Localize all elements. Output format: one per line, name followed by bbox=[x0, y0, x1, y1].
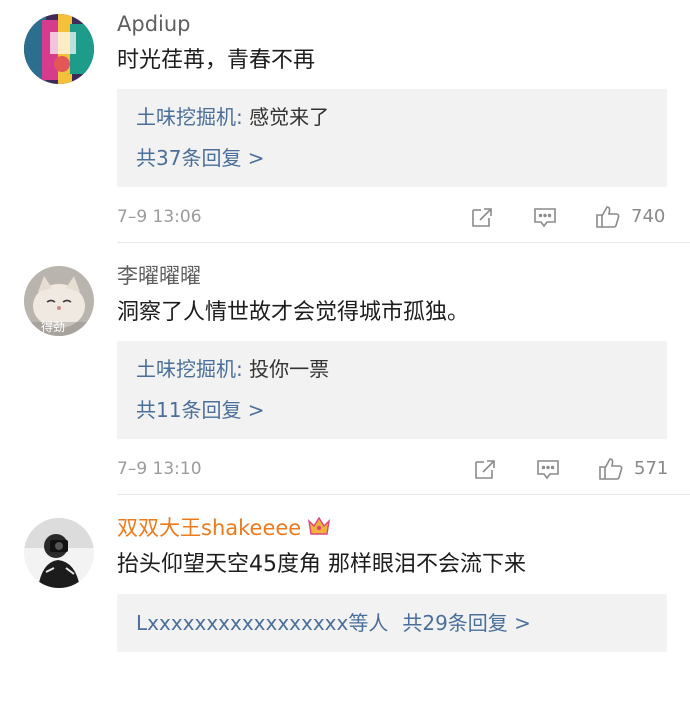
like-icon[interactable] bbox=[598, 457, 624, 481]
avatar-caption: 得劲 bbox=[41, 320, 66, 334]
divider bbox=[117, 494, 690, 495]
reply-count-link[interactable]: 共11条回复 > bbox=[136, 396, 265, 424]
reply-preview[interactable]: 土味挖掘机: 投你一票 共11条回复 > bbox=[117, 341, 667, 439]
like-count: 571 bbox=[634, 458, 669, 479]
username-text[interactable]: 双双大王shakeeee bbox=[117, 516, 301, 540]
reply-content: 感觉来了 bbox=[249, 105, 330, 129]
reply-users[interactable]: Lxxxxxxxxxxxxxxxxx等人 bbox=[136, 611, 388, 635]
reply-count-link[interactable]: 共29条回复 > bbox=[402, 611, 531, 635]
username[interactable]: Apdiup bbox=[117, 11, 191, 37]
username[interactable]: 李曜曜曜 bbox=[117, 263, 201, 289]
reply-line[interactable]: 土味挖掘机: 感觉来了 bbox=[136, 103, 329, 131]
reply-summary-line[interactable]: Lxxxxxxxxxxxxxxxxx等人 共29条回复 > bbox=[136, 609, 531, 637]
comment-icon[interactable] bbox=[535, 457, 561, 481]
avatar[interactable] bbox=[24, 518, 94, 588]
reply-author[interactable]: 土味挖掘机 bbox=[136, 105, 236, 129]
comment-item: 得劲 李曜曜曜 洞察了人情世故才会觉得城市孤独。 土味挖掘机: 投你一票 共11… bbox=[0, 252, 690, 495]
divider bbox=[117, 242, 690, 243]
timestamp: 7–9 13:06 bbox=[117, 207, 202, 227]
comment-text: 时光荏苒，青春不再 bbox=[117, 48, 316, 73]
comment-icon[interactable] bbox=[532, 205, 558, 229]
share-icon[interactable] bbox=[472, 457, 498, 481]
comment-item: Apdiup 时光荏苒，青春不再 土味挖掘机: 感觉来了 共37条回复 > 7–… bbox=[0, 0, 690, 243]
reply-separator: : bbox=[236, 105, 250, 129]
reply-count-link[interactable]: 共37条回复 > bbox=[136, 144, 265, 172]
comment-text: 抬头仰望天空45度角 那样眼泪不会流下来 bbox=[117, 552, 526, 577]
avatar[interactable] bbox=[24, 14, 94, 84]
reply-summary[interactable]: Lxxxxxxxxxxxxxxxxx等人 共29条回复 > bbox=[117, 594, 667, 652]
like-icon[interactable] bbox=[595, 205, 621, 229]
reply-author[interactable]: 土味挖掘机 bbox=[136, 357, 236, 381]
comment-text: 洞察了人情世故才会觉得城市孤独。 bbox=[117, 300, 470, 325]
like-count: 740 bbox=[631, 206, 666, 227]
share-icon[interactable] bbox=[469, 205, 495, 229]
avatar[interactable]: 得劲 bbox=[24, 266, 94, 336]
comment-meta: 7–9 13:06 740 bbox=[117, 205, 667, 229]
crown-icon bbox=[307, 515, 331, 543]
comment-meta: 7–9 13:10 571 bbox=[117, 457, 669, 481]
reply-content: 投你一票 bbox=[249, 357, 330, 381]
comment-item: 双双大王shakeeee 抬头仰望天空45度角 那样眼泪不会流下来 Lxxxxx… bbox=[0, 504, 690, 712]
reply-separator: : bbox=[236, 357, 250, 381]
username[interactable]: 双双大王shakeeee bbox=[117, 515, 331, 543]
reply-line[interactable]: 土味挖掘机: 投你一票 bbox=[136, 355, 329, 383]
reply-preview[interactable]: 土味挖掘机: 感觉来了 共37条回复 > bbox=[117, 89, 667, 187]
timestamp: 7–9 13:10 bbox=[117, 459, 202, 479]
